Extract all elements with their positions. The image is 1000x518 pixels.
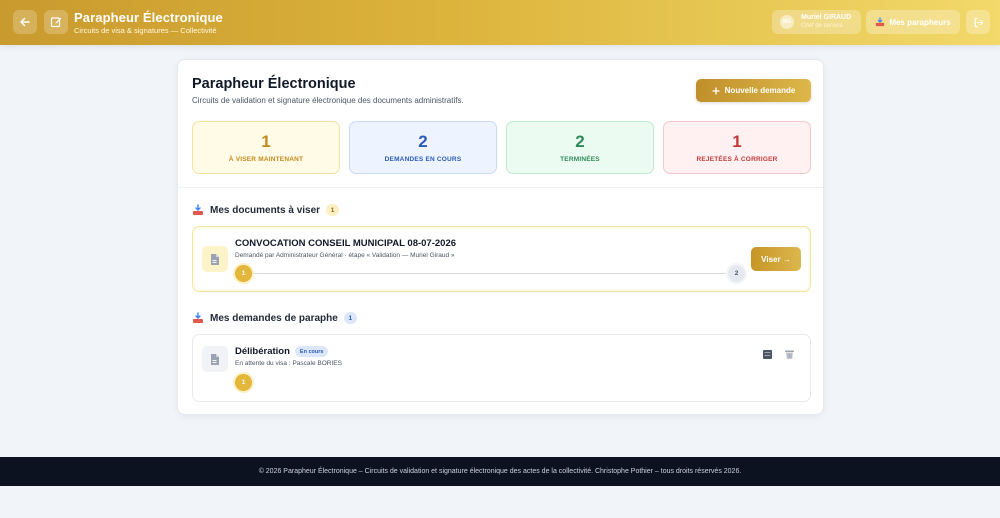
new-request-button[interactable]: Nouvelle demande bbox=[696, 79, 811, 102]
archive-box-icon bbox=[762, 349, 772, 359]
document-meta: Demandé par Administrateur Général · éta… bbox=[235, 252, 455, 259]
user-name: Muriel GIRAUD bbox=[801, 14, 852, 21]
edit-icon bbox=[50, 17, 62, 28]
stat-to-sign[interactable]: 1 À VISER MAINTENANT bbox=[192, 121, 340, 174]
request-meta: En attente du visa : Pascale BORIES bbox=[235, 360, 342, 367]
count-badge: 1 bbox=[326, 204, 340, 216]
section-title-text: Mes demandes de paraphe bbox=[210, 312, 338, 324]
footer: © 2026 Parapheur Électronique – Circuits… bbox=[0, 457, 1000, 486]
edit-button[interactable] bbox=[44, 10, 68, 34]
back-button[interactable] bbox=[13, 10, 37, 34]
request-title-row: Délibération En cours bbox=[235, 346, 329, 358]
step-1: 1 bbox=[235, 374, 252, 391]
new-request-label: Nouvelle demande bbox=[724, 86, 796, 95]
plus-icon bbox=[712, 86, 720, 95]
stat-value: 1 bbox=[732, 132, 742, 151]
my-parapheurs-label: Mes parapheurs bbox=[889, 17, 951, 27]
section-title-text: Mes documents à viser bbox=[210, 204, 321, 216]
request-item[interactable]: Délibération En cours En attente du visa … bbox=[192, 334, 811, 402]
stat-label: À VISER MAINTENANT bbox=[228, 156, 304, 163]
app-header: Parapheur Électronique Circuits de visa … bbox=[0, 0, 1000, 45]
document-icon bbox=[211, 353, 219, 365]
stat-label: DEMANDES EN COURS bbox=[384, 156, 462, 163]
step-1: 1 bbox=[235, 265, 252, 282]
user-role: Chef de service bbox=[801, 23, 843, 29]
inbox-tray-icon bbox=[876, 17, 885, 27]
stat-value: 2 bbox=[418, 132, 428, 151]
section-to-sign-title: Mes documents à viser 1 bbox=[192, 204, 340, 216]
stat-value: 1 bbox=[261, 132, 271, 151]
stat-rejected[interactable]: 1 REJETÉES À CORRIGER bbox=[663, 121, 811, 174]
stat-completed[interactable]: 2 TERMINÉES bbox=[506, 121, 654, 174]
stat-label: REJETÉES À CORRIGER bbox=[696, 156, 778, 163]
request-title: Délibération bbox=[235, 346, 290, 358]
main-card: Parapheur Électronique Circuits de valid… bbox=[177, 59, 824, 415]
document-icon bbox=[211, 253, 219, 265]
logout-button[interactable] bbox=[966, 10, 990, 34]
back-arrow-icon bbox=[20, 17, 30, 27]
avatar: MG bbox=[780, 15, 794, 29]
document-icon-wrap bbox=[202, 346, 228, 372]
section-my-requests-title: Mes demandes de paraphe 1 bbox=[192, 312, 357, 324]
archive-button[interactable] bbox=[761, 348, 773, 360]
document-icon-wrap bbox=[202, 246, 228, 272]
inbox-tray-icon bbox=[193, 204, 203, 215]
viser-button[interactable]: Viser → bbox=[751, 247, 801, 271]
trash-icon bbox=[784, 350, 794, 359]
stat-value: 2 bbox=[575, 132, 585, 151]
stat-label: TERMINÉES bbox=[560, 156, 600, 163]
page-subtitle: Circuits de validation et signature élec… bbox=[192, 96, 464, 105]
count-badge: 1 bbox=[343, 312, 357, 324]
document-item[interactable]: CONVOCATION CONSEIL MUNICIPAL 08-07-2026… bbox=[192, 226, 811, 292]
app-title: Parapheur Électronique bbox=[74, 10, 223, 25]
delete-button[interactable] bbox=[783, 348, 795, 360]
status-badge: En cours bbox=[294, 346, 329, 357]
divider bbox=[178, 187, 823, 188]
my-parapheurs-button[interactable]: Mes parapheurs bbox=[866, 10, 960, 34]
app-subtitle: Circuits de visa & signatures — Collecti… bbox=[74, 26, 217, 35]
progress-track bbox=[251, 273, 727, 274]
page-title: Parapheur Électronique bbox=[192, 76, 356, 92]
user-chip[interactable]: MG Muriel GIRAUD Chef de service bbox=[772, 10, 861, 34]
inbox-tray-icon bbox=[193, 312, 203, 323]
step-2: 2 bbox=[728, 265, 745, 282]
document-title: CONVOCATION CONSEIL MUNICIPAL 08-07-2026 bbox=[235, 238, 457, 249]
stat-in-progress[interactable]: 2 DEMANDES EN COURS bbox=[349, 121, 497, 174]
logout-icon bbox=[974, 17, 983, 27]
